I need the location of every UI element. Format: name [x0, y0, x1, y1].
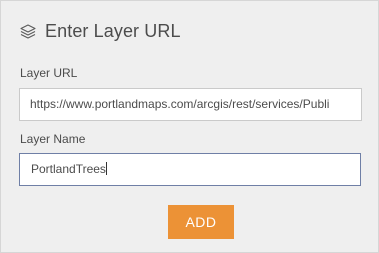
- layers-icon: [19, 22, 37, 40]
- page-title: Enter Layer URL: [45, 20, 181, 41]
- panel-header: Enter Layer URL: [19, 19, 181, 43]
- layer-name-input[interactable]: PortlandTrees: [19, 153, 361, 186]
- layer-url-label: Layer URL: [20, 66, 78, 80]
- text-caret: [105, 162, 107, 175]
- layer-name-label: Layer Name: [20, 132, 86, 146]
- enter-layer-url-panel: Enter Layer URL Layer URL https://www.po…: [0, 0, 379, 253]
- add-button[interactable]: ADD: [168, 205, 234, 239]
- layer-url-input[interactable]: https://www.portlandmaps.com/arcgis/rest…: [19, 88, 362, 121]
- layer-url-value: https://www.portlandmaps.com/arcgis/rest…: [30, 97, 330, 111]
- layer-name-value: PortlandTrees: [31, 162, 106, 176]
